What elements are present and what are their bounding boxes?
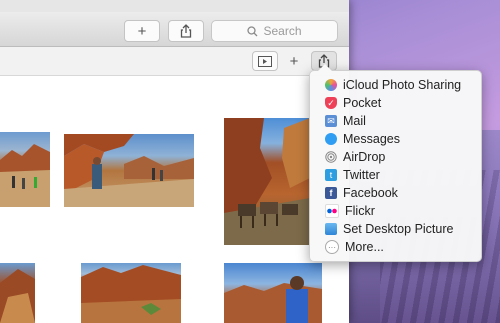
menu-item-pocket[interactable]: ✓ Pocket bbox=[310, 94, 481, 112]
menu-item-more[interactable]: ··· More... bbox=[310, 238, 481, 256]
window-toolbar: + Search bbox=[0, 12, 349, 47]
photo-arch-hiker bbox=[64, 134, 194, 207]
add-to-button[interactable]: + bbox=[281, 51, 307, 71]
photo-thumbnail[interactable] bbox=[64, 134, 194, 207]
photo-hiker-portrait bbox=[224, 276, 322, 323]
add-button-label: + bbox=[137, 22, 147, 40]
search-placeholder: Search bbox=[263, 24, 302, 38]
photo-canyon-mules bbox=[224, 118, 310, 245]
menu-item-messages[interactable]: Messages bbox=[310, 130, 481, 148]
photo-thumbnail[interactable] bbox=[224, 118, 310, 245]
menu-item-label: AirDrop bbox=[343, 150, 386, 164]
share-button[interactable] bbox=[168, 20, 204, 42]
twitter-icon: t bbox=[325, 169, 337, 181]
menu-item-label: iCloud Photo Sharing bbox=[343, 78, 462, 92]
more-icon: ··· bbox=[325, 240, 339, 254]
mail-icon: ✉ bbox=[325, 115, 337, 127]
slideshow-button[interactable] bbox=[252, 51, 278, 71]
menu-item-label: Mail bbox=[343, 114, 366, 128]
menu-item-icloud-photo-sharing[interactable]: iCloud Photo Sharing bbox=[310, 76, 481, 94]
desktop-picture-icon bbox=[325, 223, 337, 235]
menu-item-twitter[interactable]: t Twitter bbox=[310, 166, 481, 184]
icloud-photo-sharing-icon bbox=[325, 79, 337, 91]
menu-item-label: Set Desktop Picture bbox=[343, 222, 454, 236]
photos-window: + Search + bbox=[0, 0, 349, 323]
photo-thumbnail[interactable] bbox=[0, 263, 35, 323]
pocket-icon: ✓ bbox=[325, 97, 337, 109]
menu-item-mail[interactable]: ✉ Mail bbox=[310, 112, 481, 130]
airdrop-icon bbox=[325, 151, 337, 163]
slideshow-icon bbox=[258, 55, 272, 67]
menu-item-label: Pocket bbox=[343, 96, 382, 110]
photo-grid bbox=[0, 76, 349, 323]
photo-canyon-walls bbox=[0, 269, 35, 323]
menu-item-label: Flickr bbox=[345, 204, 375, 218]
menu-item-label: More... bbox=[345, 240, 384, 254]
flickr-icon bbox=[325, 204, 339, 218]
add-button[interactable]: + bbox=[124, 20, 160, 42]
share-menu: iCloud Photo Sharing ✓ Pocket ✉ Mail Mes… bbox=[309, 64, 482, 262]
messages-icon bbox=[325, 133, 337, 145]
menu-item-label: Twitter bbox=[343, 168, 380, 182]
add-to-label: + bbox=[289, 52, 299, 70]
menu-item-facebook[interactable]: f Facebook bbox=[310, 184, 481, 202]
share-icon bbox=[180, 24, 192, 38]
facebook-icon: f bbox=[325, 187, 337, 199]
search-field[interactable]: Search bbox=[211, 20, 338, 42]
search-icon bbox=[247, 25, 258, 36]
photo-hikers-canyon bbox=[0, 144, 50, 207]
menu-item-flickr[interactable]: Flickr bbox=[310, 202, 481, 220]
photo-thumbnail[interactable] bbox=[0, 132, 50, 207]
window-top-strip bbox=[0, 0, 349, 12]
menu-item-label: Messages bbox=[343, 132, 400, 146]
photo-thumbnail[interactable] bbox=[81, 263, 181, 323]
menu-item-set-desktop-picture[interactable]: Set Desktop Picture bbox=[310, 220, 481, 238]
menu-item-label: Facebook bbox=[343, 186, 398, 200]
photo-red-cliffs bbox=[81, 265, 181, 323]
secondary-toolbar: + bbox=[0, 47, 349, 76]
photo-thumbnail[interactable] bbox=[224, 263, 322, 323]
menu-item-airdrop[interactable]: AirDrop bbox=[310, 148, 481, 166]
